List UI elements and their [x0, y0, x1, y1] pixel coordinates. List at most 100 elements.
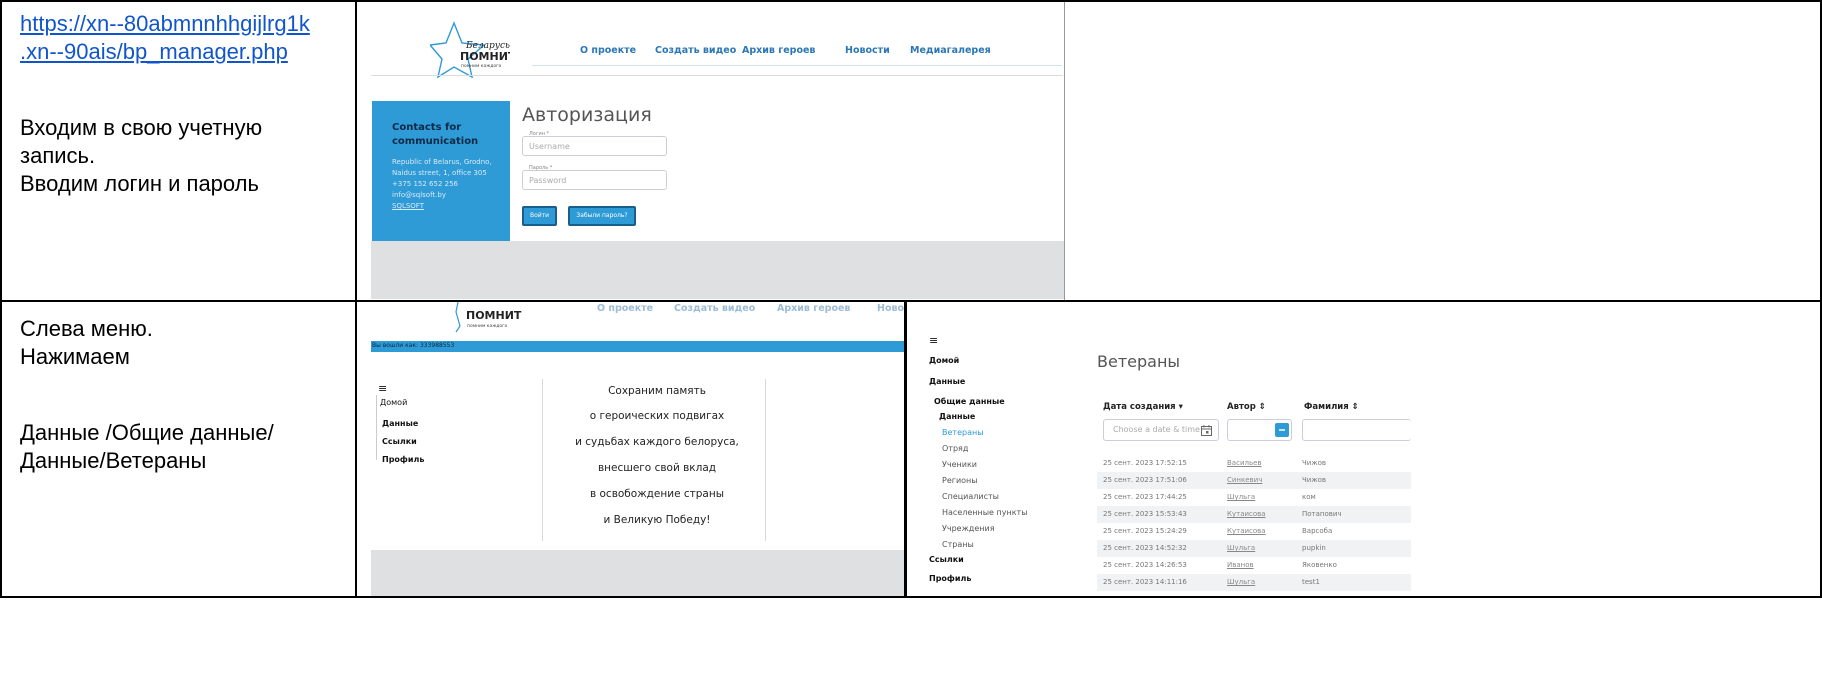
password-input[interactable]: Password: [522, 170, 667, 190]
nav-heroes-cut[interactable]: Архив героев: [777, 303, 850, 314]
contacts-phone: +375 152 652 256: [392, 180, 458, 188]
table-row[interactable]: 25 сент. 2023 15:53:43 Кутаисова Потапов…: [1097, 506, 1411, 523]
menu-data[interactable]: Данные: [929, 377, 965, 386]
contacts-address: Republic of Belarus, Grodno,: [392, 158, 492, 166]
nav-create-video-cut[interactable]: Создать видео: [674, 303, 755, 314]
forgot-password-button[interactable]: Забыли пароль?: [568, 206, 636, 226]
nav-create-video[interactable]: Создать видео: [655, 45, 736, 56]
login-screenshot: Беларусь ПОМНИТ помним каждого О проекте…: [357, 3, 1064, 299]
nav-about[interactable]: О проекте: [580, 45, 636, 56]
cell-author[interactable]: Кутаисова: [1227, 527, 1266, 535]
menu-toggle-icon[interactable]: ≡: [929, 334, 938, 347]
header-divider: [371, 75, 1063, 76]
site-logo[interactable]: Беларусь ПОМНИТ помним каждого: [430, 21, 510, 79]
calendar-icon[interactable]: [1201, 425, 1212, 436]
cell-date: 25 сент. 2023 17:52:15: [1103, 459, 1187, 467]
cell-date: 25 сент. 2023 14:11:16: [1103, 578, 1187, 586]
manager-link-line2: .xn--90ais/bp_manager.php: [20, 39, 288, 64]
submenu-squad[interactable]: Отряд: [942, 444, 968, 453]
logo-text-pomnit: ПОМНИТ: [460, 50, 510, 63]
menu-data-sub[interactable]: Данные: [939, 412, 975, 421]
quote-line-1: Сохраним память: [608, 385, 706, 397]
step1-text-line3: Вводим логин и пароль: [20, 171, 259, 196]
menu-data[interactable]: Данные: [382, 419, 418, 428]
column-header-date[interactable]: Дата создания ▾: [1103, 402, 1183, 412]
menu-toggle-icon[interactable]: ≡: [378, 382, 387, 395]
table-row[interactable]: 25 сент. 2023 17:52:15 Васильев Чижов: [1097, 455, 1411, 472]
manager-link[interactable]: https://xn--80abmnnhhgijlrg1k .xn--90ais/…: [20, 11, 310, 64]
home-screenshot: ПОМНИТ помним каждого О проекте Создать …: [357, 302, 904, 596]
contacts-street: Naidus street, 1, office 305: [392, 169, 487, 177]
cell-surname: pupkin: [1302, 544, 1326, 552]
submenu-regions[interactable]: Регионы: [942, 476, 978, 485]
cell-surname: Чижов: [1302, 476, 1327, 484]
logo-text-tagline: помним каждого: [467, 324, 508, 329]
menu-home[interactable]: Домой: [929, 356, 959, 365]
page-footer: [371, 550, 904, 596]
step1-text-line1: Входим в свою учетную: [20, 115, 263, 140]
manager-link-line1: https://xn--80abmnnhhgijlrg1k: [20, 11, 310, 36]
menu-links[interactable]: Ссылки: [382, 437, 417, 446]
page-footer: [371, 241, 1064, 299]
cell-surname: ком: [1302, 493, 1316, 501]
submenu-countries[interactable]: Страны: [942, 540, 974, 549]
cell-author[interactable]: Шульга: [1227, 544, 1255, 552]
cell-author[interactable]: Иванов: [1227, 561, 1254, 569]
logged-in-bar: Вы вошли как: 333988553: [371, 341, 904, 352]
login-input[interactable]: Username: [522, 136, 667, 156]
surname-filter-input[interactable]: [1302, 419, 1411, 441]
cell-date: 25 сент. 2023 17:51:06: [1103, 476, 1187, 484]
submenu-students[interactable]: Ученики: [942, 460, 977, 469]
logo-text-pomnit: ПОМНИТ: [466, 309, 522, 322]
nav-about-cut[interactable]: О проекте: [597, 303, 653, 314]
table-row[interactable]: 25 сент. 2023 14:52:32 Шульга pupkin: [1097, 540, 1411, 557]
veterans-screenshot: ≡ Домой Данные Общие данные Данные Ветер…: [907, 302, 1411, 596]
cell-author[interactable]: Шульга: [1227, 578, 1255, 586]
column-header-author[interactable]: Автор ⇕: [1227, 402, 1266, 412]
quote-left-border: [542, 379, 543, 541]
menu-links[interactable]: Ссылки: [929, 555, 964, 564]
nav-media-gallery[interactable]: Медиагалерея: [910, 45, 991, 56]
screenshot1-edge: [1064, 2, 1065, 300]
column-header-surname[interactable]: Фамилия ⇕: [1304, 402, 1359, 412]
author-filter-select[interactable]: [1227, 419, 1292, 441]
table-row[interactable]: 25 сент. 2023 15:24:29 Кутаисова Варсоба: [1097, 523, 1411, 540]
login-button[interactable]: Войти: [522, 206, 557, 226]
cell-surname: test1: [1302, 578, 1320, 586]
cell-author[interactable]: Васильев: [1227, 459, 1262, 467]
menu-profile[interactable]: Профиль: [929, 574, 971, 583]
table-row[interactable]: 25 сент. 2023 17:51:06 Синкевич Чижов: [1097, 472, 1411, 489]
step2-instructions: Слева меню. Нажимаем Данные /Общие данны…: [20, 315, 350, 475]
date-filter-input[interactable]: Choose a date & time: [1103, 419, 1219, 441]
nav-news[interactable]: Новости: [845, 45, 890, 56]
step2-text-line2: Нажимаем: [20, 344, 130, 369]
cell-author[interactable]: Кутаисова: [1227, 510, 1266, 518]
menu-common-data[interactable]: Общие данные: [934, 397, 1005, 406]
menu-profile[interactable]: Профиль: [382, 455, 424, 464]
filter-toggle-icon[interactable]: [1275, 423, 1289, 437]
cell-date: 25 сент. 2023 17:44:25: [1103, 493, 1187, 501]
auth-title: Авторизация: [522, 104, 652, 126]
screenshot-separator: [904, 302, 907, 596]
contacts-email[interactable]: info@sqlsoft.by: [392, 191, 446, 199]
submenu-institutions[interactable]: Учреждения: [942, 524, 995, 533]
submenu-specialists[interactable]: Специалисты: [942, 492, 999, 501]
site-logo-cropped[interactable]: ПОМНИТ помним каждого: [452, 302, 542, 334]
header-accent-line: [532, 65, 1062, 66]
table-row[interactable]: 25 сент. 2023 14:11:16 Шульга test1: [1097, 574, 1411, 591]
cell-author[interactable]: Шульга: [1227, 493, 1255, 501]
quote-line-2: о героических подвигах: [589, 410, 725, 422]
submenu-veterans[interactable]: Ветераны: [942, 428, 984, 437]
contacts-company-link[interactable]: SQLSOFT: [392, 202, 424, 210]
nav-news-cut[interactable]: Ново: [877, 303, 904, 314]
cell-author[interactable]: Синкевич: [1227, 476, 1262, 484]
nav-heroes-archive[interactable]: Архив героев: [742, 45, 815, 56]
contacts-panel: Contacts for communication Republic of B…: [372, 101, 510, 255]
step2-text-line1: Слева меню.: [20, 316, 153, 341]
quote-line-5: в освобождение страны: [589, 488, 725, 500]
menu-home[interactable]: Домой: [380, 398, 407, 407]
step1-text-line2: запись.: [20, 143, 96, 168]
table-row[interactable]: 25 сент. 2023 17:44:25 Шульга ком: [1097, 489, 1411, 506]
table-row[interactable]: 25 сент. 2023 14:26:53 Иванов Яковенко: [1097, 557, 1411, 574]
submenu-settlements[interactable]: Населенные пункты: [942, 508, 1028, 517]
